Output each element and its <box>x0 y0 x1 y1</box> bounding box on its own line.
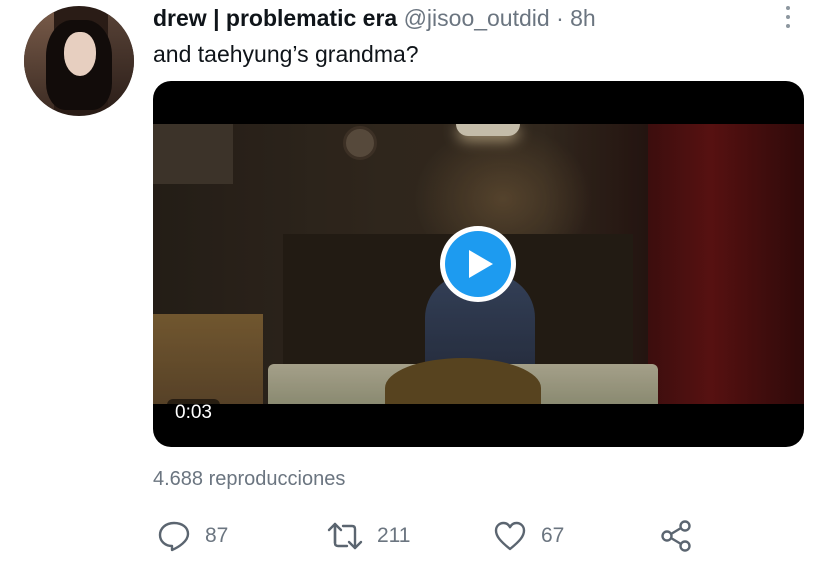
like-button[interactable]: 67 <box>493 518 564 554</box>
retweet-button[interactable]: 211 <box>327 518 410 554</box>
play-button[interactable] <box>440 226 516 302</box>
video-player[interactable]: 0:03 <box>153 81 804 447</box>
share-icon <box>659 519 693 553</box>
play-icon <box>445 231 511 297</box>
reply-button[interactable]: 87 <box>157 518 228 554</box>
retweet-count: 211 <box>377 524 411 547</box>
share-button[interactable] <box>659 518 693 554</box>
author-name[interactable]: drew | problematic era <box>153 5 397 31</box>
like-count: 67 <box>541 524 565 547</box>
heart-icon <box>493 520 527 552</box>
retweet-icon <box>327 521 363 551</box>
author-handle[interactable]: @jisoo_outdid <box>404 5 550 31</box>
reply-count: 87 <box>205 524 229 547</box>
more-options-icon[interactable] <box>780 4 796 30</box>
tweet-timestamp[interactable]: 8h <box>570 5 596 31</box>
tweet-card[interactable]: drew | problematic era @jisoo_outdid · 8… <box>0 0 828 568</box>
video-duration: 0:03 <box>167 399 220 427</box>
reply-icon <box>157 520 191 552</box>
separator-dot: · <box>556 5 564 31</box>
avatar[interactable] <box>24 6 134 116</box>
avatar-face <box>64 32 96 76</box>
view-count: 4.688 reproducciones <box>153 468 346 490</box>
tweet-header: drew | problematic era @jisoo_outdid · 8… <box>153 5 596 31</box>
tweet-text: and taehyung’s grandma? <box>153 41 419 67</box>
